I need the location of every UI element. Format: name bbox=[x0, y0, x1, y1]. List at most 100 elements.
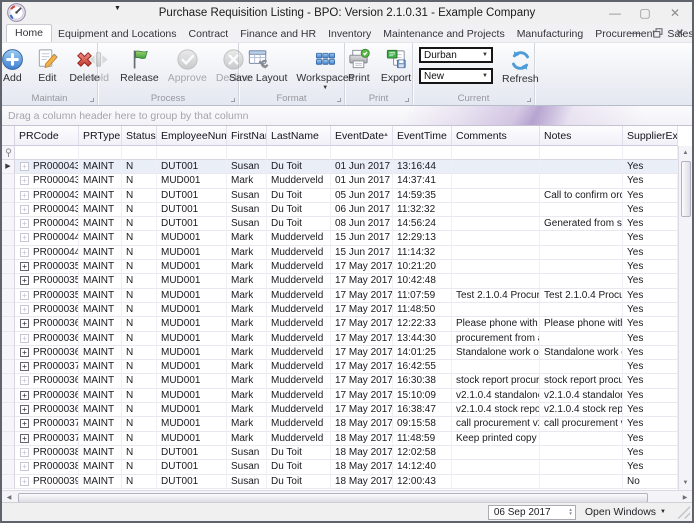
table-row[interactable]: +PR0000361MAINTNMUD001MarkMudderveld17 M… bbox=[2, 303, 692, 317]
maximize-button[interactable]: ▢ bbox=[630, 2, 660, 24]
column-header-supplierexist[interactable]: SupplierExist bbox=[623, 126, 678, 146]
column-header-eventdate[interactable]: EventDate▲ bbox=[331, 126, 393, 146]
table-row[interactable]: +PR0000439MAINTNDUT001SusanDu Toit08 Jun… bbox=[2, 217, 692, 231]
table-row[interactable]: +PR0000431MAINTNMUD001MarkMudderveld01 J… bbox=[2, 174, 692, 188]
print-button[interactable]: Print bbox=[342, 45, 376, 85]
filter-cell-notes[interactable] bbox=[540, 146, 623, 160]
expand-button[interactable]: + bbox=[20, 262, 29, 271]
table-row[interactable]: +PR0000363MAINTNMUD001MarkMudderveld17 M… bbox=[2, 332, 692, 346]
expand-button[interactable]: + bbox=[20, 405, 29, 414]
tab-manufacturing[interactable]: Manufacturing bbox=[511, 25, 590, 42]
tab-finance-and-hr[interactable]: Finance and HR bbox=[234, 25, 322, 42]
table-row[interactable]: +PR0000356MAINTNMUD001MarkMudderveld17 M… bbox=[2, 260, 692, 274]
tab-home[interactable]: Home bbox=[6, 24, 52, 42]
table-row[interactable]: +PR0000381MAINTNDUT001SusanDu Toit18 May… bbox=[2, 446, 692, 460]
resize-grip[interactable] bbox=[677, 506, 690, 519]
table-row[interactable]: +PR0000444MAINTNMUD001MarkMudderveld15 J… bbox=[2, 231, 692, 245]
table-row[interactable]: ▶+PR0000430MAINTNDUT001SusanDu Toit01 Ju… bbox=[2, 160, 692, 174]
filter-cell-status[interactable] bbox=[122, 146, 157, 160]
cell-prtype: MAINT bbox=[79, 174, 122, 188]
filter-cell-eventdate[interactable] bbox=[331, 146, 393, 160]
table-row[interactable]: +PR0000362MAINTNMUD001MarkMudderveld17 M… bbox=[2, 317, 692, 331]
site-dropdown[interactable]: Durban ▼ bbox=[419, 47, 493, 63]
column-header-eventtime[interactable]: EventTime bbox=[393, 126, 452, 146]
quick-access-dropdown-icon[interactable]: ▼ bbox=[114, 5, 121, 12]
column-header-lastname[interactable]: LastName bbox=[267, 126, 331, 146]
mdi-close-button[interactable]: ✕ bbox=[672, 26, 688, 40]
table-row[interactable]: +PR0000370MAINTNMUD001MarkMudderveld17 M… bbox=[2, 360, 692, 374]
filter-cell-supplierexist[interactable] bbox=[623, 146, 678, 160]
table-row[interactable]: +PR0000442MAINTNMUD001MarkMudderveld15 J… bbox=[2, 246, 692, 260]
column-header-comments[interactable]: Comments bbox=[452, 126, 540, 146]
filter-cell-comments[interactable] bbox=[452, 146, 540, 160]
vertical-scroll-thumb[interactable] bbox=[681, 161, 691, 217]
release-button[interactable]: Release bbox=[116, 45, 163, 85]
column-header-prtype[interactable]: PRType bbox=[79, 126, 122, 146]
table-row[interactable]: +PR0000369MAINTNMUD001MarkMudderveld17 M… bbox=[2, 403, 692, 417]
dialog-launcher-icon[interactable] bbox=[231, 98, 235, 102]
save-layout-button[interactable]: Save Layout bbox=[225, 45, 291, 85]
cell-prtype: MAINT bbox=[79, 389, 122, 403]
cell-notes bbox=[540, 174, 623, 188]
column-header-prcode[interactable]: PRCode bbox=[15, 126, 79, 146]
filter-cell-firstname[interactable] bbox=[227, 146, 267, 160]
column-header-firstname[interactable]: FirstName bbox=[227, 126, 267, 146]
date-spinner[interactable]: ▲ ▼ bbox=[568, 508, 574, 516]
expand-button[interactable]: + bbox=[20, 319, 29, 328]
date-field[interactable]: 06 Sep 2017 ▲ ▼ bbox=[488, 505, 576, 520]
filter-cell-employeenumber[interactable] bbox=[157, 146, 227, 160]
table-row[interactable]: +PR0000390MAINTNDUT001SusanDu Toit18 May… bbox=[2, 475, 692, 489]
scroll-up-icon[interactable]: ▲ bbox=[679, 146, 692, 160]
tab-equipment-and-locations[interactable]: Equipment and Locations bbox=[52, 25, 183, 42]
add-button[interactable]: Add bbox=[0, 45, 29, 85]
tab-contract[interactable]: Contract bbox=[183, 25, 235, 42]
scroll-down-icon[interactable]: ▼ bbox=[679, 476, 692, 490]
table-row[interactable]: +PR0000434MAINTNDUT001SusanDu Toit06 Jun… bbox=[2, 203, 692, 217]
expand-button[interactable]: + bbox=[20, 348, 29, 357]
cell-supplierexist: Yes bbox=[623, 417, 678, 431]
column-header-notes[interactable]: Notes bbox=[540, 126, 623, 146]
expand-button[interactable]: + bbox=[20, 391, 29, 400]
table-row[interactable]: +PR0000359MAINTNMUD001MarkMudderveld17 M… bbox=[2, 289, 692, 303]
table-row[interactable]: +PR0000433MAINTNDUT001SusanDu Toit05 Jun… bbox=[2, 189, 692, 203]
expand-button[interactable]: + bbox=[20, 362, 29, 371]
cell-eventdate: 17 May 2017 bbox=[331, 389, 393, 403]
open-windows-button[interactable]: Open Windows ▼ bbox=[585, 506, 666, 518]
data-grid: Drag a column header here to group by th… bbox=[2, 106, 692, 504]
expand-button[interactable]: + bbox=[20, 419, 29, 428]
table-row[interactable]: +PR0000364MAINTNMUD001MarkMudderveld17 M… bbox=[2, 346, 692, 360]
table-row[interactable]: +PR0000374MAINTNMUD001MarkMudderveld18 M… bbox=[2, 417, 692, 431]
vertical-scrollbar[interactable]: ▲ ▼ bbox=[678, 146, 692, 490]
export-button[interactable]: Export bbox=[377, 45, 415, 85]
spinner-down-icon[interactable]: ▼ bbox=[568, 512, 572, 516]
filter-cell-eventtime[interactable] bbox=[393, 146, 452, 160]
filter-cell-prcode[interactable] bbox=[15, 146, 79, 160]
dialog-launcher-icon[interactable] bbox=[90, 98, 94, 102]
refresh-button[interactable]: Refresh bbox=[498, 47, 543, 92]
table-row[interactable]: +PR0000368MAINTNMUD001MarkMudderveld17 M… bbox=[2, 374, 692, 388]
mdi-minimize-button[interactable]: — bbox=[628, 26, 644, 40]
column-header-status[interactable]: Status bbox=[122, 126, 157, 146]
table-row[interactable]: +PR0000377MAINTNMUD001MarkMudderveld18 M… bbox=[2, 432, 692, 446]
horizontal-scroll-thumb[interactable] bbox=[18, 493, 648, 503]
filter-cell-lastname[interactable] bbox=[267, 146, 331, 160]
close-button[interactable]: ✕ bbox=[660, 2, 690, 24]
tab-inventory[interactable]: Inventory bbox=[322, 25, 377, 42]
status-dropdown[interactable]: New ▼ bbox=[419, 68, 493, 84]
filter-cell-prtype[interactable] bbox=[79, 146, 122, 160]
edit-button[interactable]: Edit bbox=[30, 45, 64, 85]
expand-button[interactable]: + bbox=[20, 276, 29, 285]
dialog-launcher-icon[interactable] bbox=[405, 98, 409, 102]
tab-maintenance-and-projects[interactable]: Maintenance and Projects bbox=[377, 25, 510, 42]
table-row[interactable]: +PR0000357MAINTNMUD001MarkMudderveld17 M… bbox=[2, 274, 692, 288]
dialog-launcher-icon[interactable] bbox=[527, 98, 531, 102]
expand-button[interactable]: + bbox=[20, 434, 29, 443]
mdi-restore-icon[interactable] bbox=[650, 26, 666, 40]
expand-button-disabled: + bbox=[20, 233, 29, 242]
minimize-button[interactable]: — bbox=[600, 2, 630, 24]
column-header-employeenumber[interactable]: EmployeeNumber bbox=[157, 126, 227, 146]
table-row[interactable]: +PR0000385MAINTNDUT001SusanDu Toit18 May… bbox=[2, 460, 692, 474]
table-row[interactable]: +PR0000366MAINTNMUD001MarkMudderveld17 M… bbox=[2, 389, 692, 403]
group-by-panel[interactable]: Drag a column header here to group by th… bbox=[2, 106, 692, 126]
dialog-launcher-icon[interactable] bbox=[337, 98, 341, 102]
